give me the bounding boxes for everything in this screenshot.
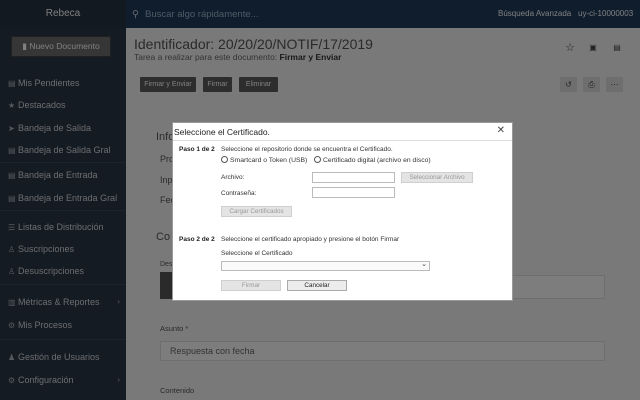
step1-label: Paso 1 de 2	[179, 146, 215, 153]
step2-label: Paso 2 de 2	[179, 236, 215, 243]
radio-circle[interactable]	[221, 156, 228, 163]
load-certificates-button[interactable]: Cargar Certificados	[221, 206, 292, 217]
dialog-sign-button[interactable]: Firmar	[221, 280, 281, 291]
archivo-label: Archivo:	[221, 174, 245, 181]
password-input[interactable]	[312, 187, 395, 198]
certificate-dialog: Seleccione el Certificado. ✕ Paso 1 de 2…	[172, 122, 513, 301]
contrasena-label: Contraseña:	[221, 190, 257, 197]
radio-smartcard[interactable]: Smartcard o Token (USB)	[221, 156, 307, 164]
dialog-divider	[173, 140, 512, 141]
archivo-input[interactable]	[312, 172, 395, 183]
close-icon[interactable]: ✕	[497, 125, 505, 136]
step2-instructions: Seleccione el certificado apropiado y pr…	[221, 236, 400, 243]
select-file-button[interactable]: Seleccionar Archivo	[401, 172, 473, 183]
chevron-down-icon: ⌄	[421, 261, 427, 268]
certificate-select[interactable]: ⌄	[221, 261, 430, 271]
radio-digital-cert[interactable]: Certificado digital (archivo en disco)	[314, 156, 431, 164]
radio-digital-label: Certificado digital (archivo en disco)	[323, 157, 431, 164]
radio-circle[interactable]	[314, 156, 321, 163]
dialog-title: Seleccione el Certificado.	[174, 127, 270, 137]
select-cert-label: Seleccione el Certificado	[221, 250, 293, 257]
dialog-cancel-button[interactable]: Cancelar	[287, 280, 347, 291]
radio-smartcard-label: Smartcard o Token (USB)	[230, 157, 308, 164]
step1-instructions: Seleccione el repositorio donde se encue…	[221, 146, 393, 153]
